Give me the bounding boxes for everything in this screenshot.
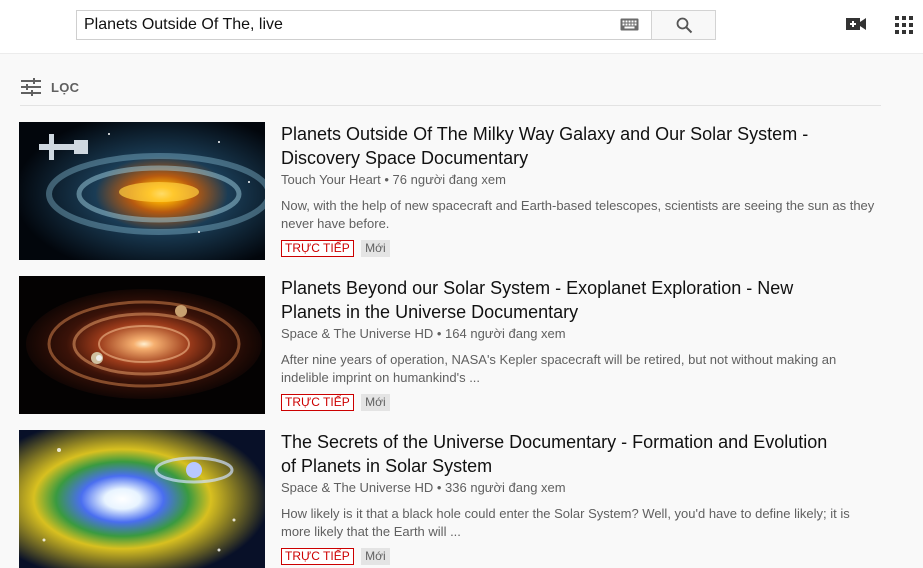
- channel-name[interactable]: Space & The Universe HD: [281, 480, 433, 495]
- channel-name[interactable]: Touch Your Heart: [281, 172, 381, 187]
- filter-sliders-icon: [20, 77, 42, 102]
- video-meta: Touch Your Heart • 76 người đang xem: [281, 172, 506, 187]
- meta-separator: •: [384, 172, 389, 187]
- video-result[interactable]: Planets Beyond our Solar System - Exopla…: [19, 276, 881, 414]
- video-meta: Space & The Universe HD • 336 người đang…: [281, 480, 566, 495]
- apps-grid-icon[interactable]: [895, 16, 913, 39]
- live-badge: TRỰC TIẾP: [281, 394, 354, 411]
- search-query-text[interactable]: Planets Outside Of The, live: [84, 16, 283, 34]
- viewer-count: 336 người đang xem: [445, 480, 566, 495]
- video-camera-add-icon[interactable]: [846, 16, 866, 37]
- video-title[interactable]: The Secrets of the Universe Documentary …: [281, 430, 841, 478]
- video-result[interactable]: The Secrets of the Universe Documentary …: [19, 430, 881, 568]
- divider: [20, 105, 881, 106]
- video-result[interactable]: Planets Outside Of The Milky Way Galaxy …: [19, 122, 881, 260]
- video-description: Now, with the help of new spacecraft and…: [281, 198, 875, 231]
- video-thumbnail[interactable]: [19, 276, 265, 414]
- meta-separator: •: [436, 480, 442, 495]
- video-title[interactable]: Planets Beyond our Solar System - Exopla…: [281, 276, 841, 324]
- keyboard-icon[interactable]: [620, 18, 639, 36]
- meta-separator: •: [436, 326, 442, 341]
- new-badge: Mới: [361, 240, 390, 257]
- badges: TRỰC TIẾP Mới: [281, 393, 390, 411]
- video-thumbnail[interactable]: [19, 122, 265, 260]
- badges: TRỰC TIẾP Mới: [281, 547, 390, 565]
- viewer-count: 76 người đang xem: [392, 172, 506, 187]
- video-title[interactable]: Planets Outside Of The Milky Way Galaxy …: [281, 122, 841, 170]
- search-input[interactable]: Planets Outside Of The, live: [76, 10, 652, 40]
- masthead: Planets Outside Of The, live: [0, 0, 923, 54]
- channel-name[interactable]: Space & The Universe HD: [281, 326, 433, 341]
- video-thumbnail[interactable]: [19, 430, 265, 568]
- search-button[interactable]: [651, 10, 716, 40]
- viewer-count: 164 người đang xem: [445, 326, 566, 341]
- video-description: How likely is it that a black hole could…: [281, 506, 850, 539]
- new-badge: Mới: [361, 394, 390, 411]
- video-meta: Space & The Universe HD • 164 người đang…: [281, 326, 566, 341]
- live-badge: TRỰC TIẾP: [281, 240, 354, 257]
- filter-label: LỌC: [51, 80, 80, 95]
- badges: TRỰC TIẾP Mới: [281, 239, 390, 257]
- search-icon: [676, 17, 693, 34]
- video-description: After nine years of operation, NASA's Ke…: [281, 352, 837, 385]
